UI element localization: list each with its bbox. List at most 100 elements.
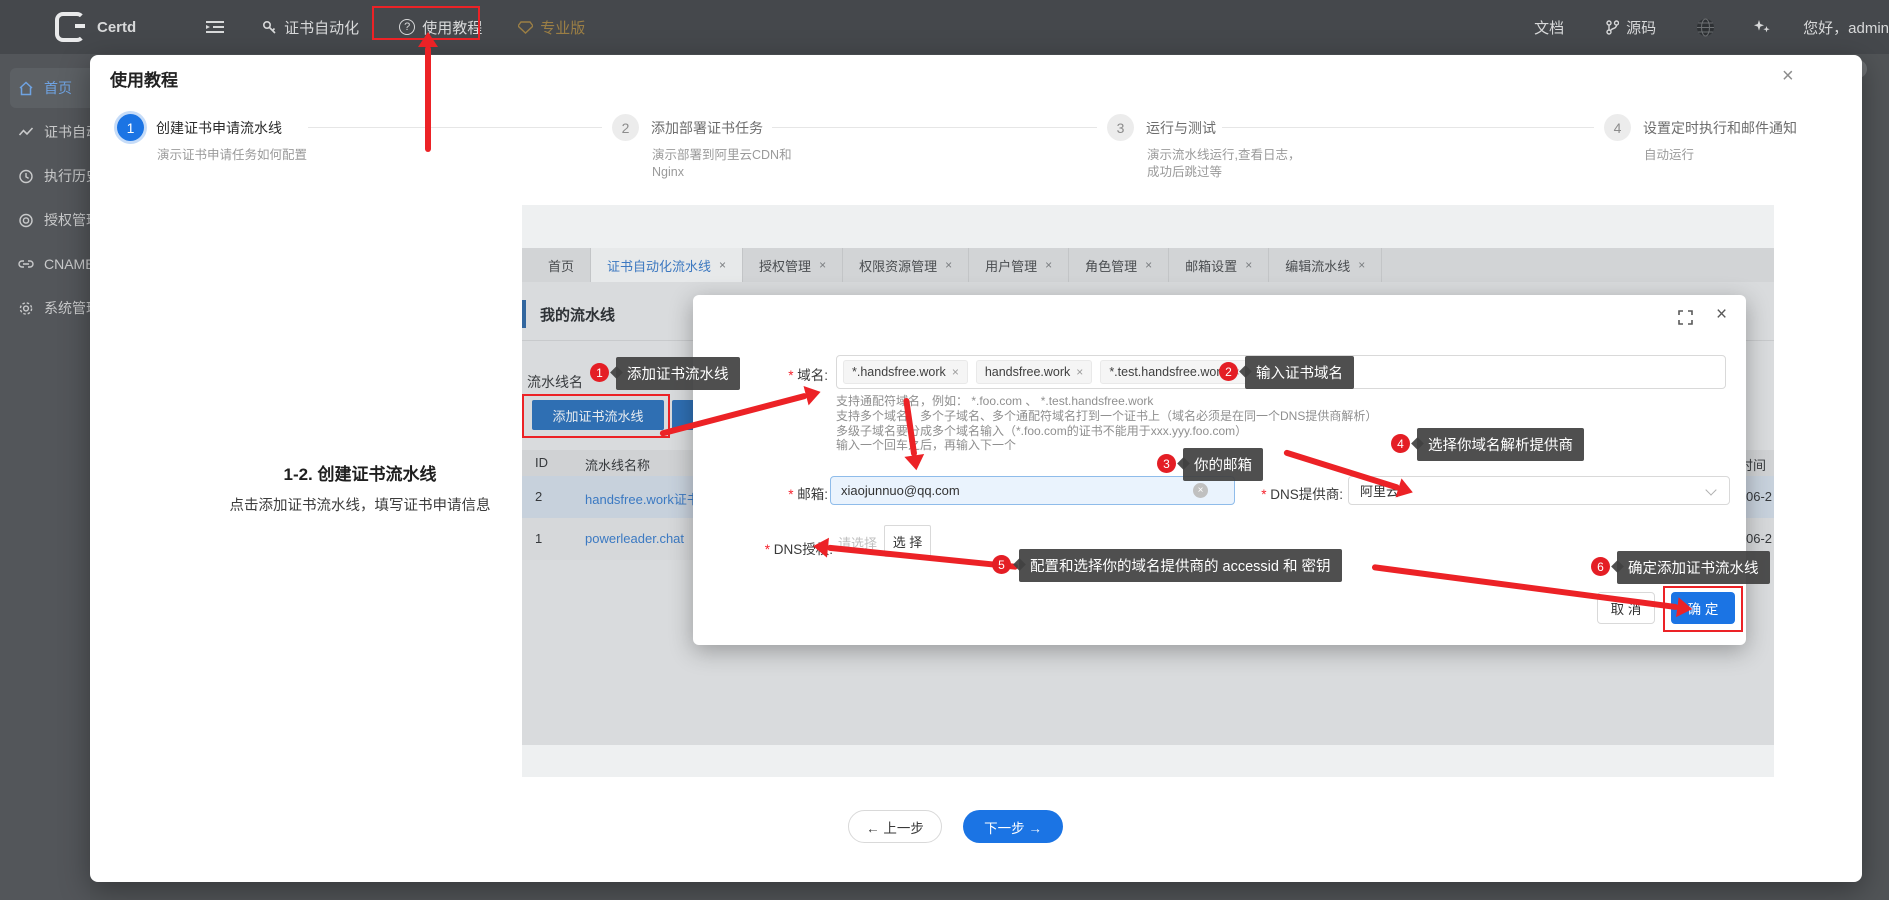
sidebar-item-history[interactable]: 执行历史: [10, 156, 90, 196]
card-accent-bar: [522, 300, 526, 328]
tab-close-icon[interactable]: ×: [1145, 258, 1152, 272]
tab-cert-pipeline[interactable]: 证书自动化流水线×: [591, 248, 743, 282]
tab-label: 权限资源管理: [859, 256, 937, 275]
chart-icon: [18, 125, 34, 140]
add-pipeline-button[interactable]: 添加证书流水线: [532, 400, 664, 430]
confirm-button[interactable]: 确 定: [1671, 592, 1735, 624]
sidebar-item-label: 证书自动化: [44, 122, 90, 142]
nav-item-label: 使用教程: [422, 17, 482, 38]
tab-edit-pipeline[interactable]: 编辑流水线 ×: [1269, 248, 1382, 282]
step-number-badge: 1: [117, 114, 144, 141]
sidebar-item-label: 授权管理: [44, 210, 90, 230]
sidebar: 首页 证书自动化 执行历史 授权管理 CNAME 系统管理: [0, 54, 90, 900]
cell-id: 2: [535, 489, 542, 504]
fullscreen-icon[interactable]: [1678, 310, 1693, 325]
dns-auth-label: DNS授权:: [740, 538, 833, 558]
sidebar-item-auth[interactable]: 授权管理: [10, 200, 90, 240]
tab-close-icon[interactable]: ×: [1245, 258, 1252, 272]
demo-tab-bar: 首页 证书自动化流水线× 授权管理× 权限资源管理 × 用户管理× 角色管理 × 邮…: [522, 248, 1774, 282]
sidebar-item-home[interactable]: 首页: [10, 68, 90, 108]
tab-roles[interactable]: 角色管理 ×: [1069, 248, 1169, 282]
tab-label: 首页: [548, 256, 574, 275]
annotation-badge-2: 2: [1219, 362, 1238, 381]
col-id: ID: [535, 455, 548, 470]
step-number-badge: 4: [1604, 114, 1631, 141]
tab-close-icon[interactable]: ×: [719, 258, 726, 272]
tab-permission[interactable]: 权限资源管理 ×: [843, 248, 969, 282]
tag-close-icon[interactable]: ×: [1076, 365, 1083, 379]
annotation-badge-5: 5: [992, 555, 1011, 574]
step-connector: [772, 127, 1097, 128]
annotation-tip-4: 选择你域名解析提供商: [1417, 428, 1584, 461]
step-desc: 演示流水线运行,查看日志，成功后跳过等: [1147, 147, 1312, 181]
tab-label: 编辑流水线: [1285, 256, 1350, 275]
target-icon: [18, 213, 34, 228]
certd-logo-icon: [55, 12, 85, 42]
step-connector: [308, 127, 602, 128]
tab-close-icon[interactable]: ×: [1358, 258, 1365, 272]
tag-close-icon[interactable]: ×: [952, 365, 959, 379]
nav-item-pro[interactable]: 专业版: [518, 17, 585, 38]
chevron-down-icon: [1705, 484, 1716, 495]
step-desc: 演示证书申请任务如何配置: [157, 147, 322, 164]
tab-auth[interactable]: 授权管理×: [743, 248, 843, 282]
tab-close-icon[interactable]: ×: [945, 258, 952, 272]
cell-pipeline-link[interactable]: powerleader.chat: [585, 531, 684, 546]
pipeline-name-filter-label: 流水线名: [527, 372, 583, 392]
annotation-tip-5: 配置和选择你的域名提供商的 accessid 和 密钥: [1019, 549, 1342, 582]
clear-input-icon[interactable]: ×: [1193, 483, 1208, 498]
key-icon: [262, 20, 277, 35]
tag-text: *.test.handsfree.work: [1109, 365, 1226, 379]
domain-tag: handsfree.work×: [976, 360, 1092, 384]
globe-icon[interactable]: [1696, 18, 1715, 37]
step-title: 设置定时执行和邮件通知: [1643, 118, 1797, 138]
step-number-badge: 3: [1107, 114, 1134, 141]
annotation-tip-2: 输入证书域名: [1245, 356, 1354, 389]
annotation-tip-1: 添加证书流水线: [616, 357, 740, 390]
tab-home[interactable]: 首页: [532, 248, 591, 282]
sidebar-item-cert-automation[interactable]: 证书自动化: [10, 112, 90, 152]
domain-help-text: 支持通配符域名，例如： *.foo.com 、 *.test.handsfree…: [836, 394, 1377, 453]
sidebar-item-cname[interactable]: CNAME: [10, 244, 90, 284]
step-title: 运行与测试: [1146, 118, 1216, 138]
tab-close-icon[interactable]: ×: [819, 258, 826, 272]
tab-label: 角色管理: [1085, 256, 1137, 275]
annotation-tip-6: 确定添加证书流水线: [1617, 551, 1770, 584]
nav-docs-link[interactable]: 文档: [1534, 17, 1564, 38]
card-title: 我的流水线: [540, 304, 615, 325]
next-step-button[interactable]: 下一步 →: [963, 810, 1063, 843]
nav-item-cert-automation[interactable]: 证书自动化: [262, 17, 359, 38]
sidebar-item-label: CNAME: [44, 256, 90, 272]
dns-auth-select-button[interactable]: 选 择: [884, 525, 931, 557]
tab-users[interactable]: 用户管理×: [969, 248, 1069, 282]
nav-item-tutorial[interactable]: ? 使用教程: [399, 17, 482, 38]
gem-icon: [518, 21, 533, 34]
step-1: 1 创建证书申请流水线 演示证书申请任务如何配置: [117, 114, 322, 164]
cell-time: 06-2: [1746, 531, 1772, 546]
git-branch-icon: [1606, 20, 1619, 35]
menu-fold-icon[interactable]: [206, 20, 224, 34]
step-2: 2 添加部署证书任务 演示部署到阿里云CDN和Nginx: [612, 114, 817, 181]
nav-item-label: 证书自动化: [284, 17, 359, 38]
step-3: 3 运行与测试 演示流水线运行,查看日志，成功后跳过等: [1107, 114, 1312, 181]
dns-provider-select[interactable]: 阿里云: [1348, 476, 1730, 505]
cell-id: 1: [535, 531, 542, 546]
top-navbar: Certd 证书自动化 ? 使用教程 专业版 文档 源码 您好，admin: [0, 0, 1889, 54]
sidebar-item-system[interactable]: 系统管理: [10, 288, 90, 328]
annotation-badge-1: 1: [590, 363, 609, 382]
prev-step-button[interactable]: ← 上一步: [848, 810, 942, 843]
cell-pipeline-link[interactable]: handsfree.work证书: [585, 489, 700, 508]
tab-close-icon[interactable]: ×: [1045, 258, 1052, 272]
modal-close-icon[interactable]: ×: [1782, 66, 1794, 86]
nav-source-link[interactable]: 源码: [1606, 17, 1656, 38]
dialog-close-icon[interactable]: ×: [1716, 304, 1727, 326]
step-desc: 自动运行: [1644, 147, 1809, 164]
tab-email[interactable]: 邮箱设置×: [1169, 248, 1269, 282]
user-greeting[interactable]: 您好，admin: [1803, 17, 1889, 38]
annotation-badge-6: 6: [1591, 557, 1610, 576]
email-input[interactable]: xiaojunnuo@qq.com: [830, 476, 1235, 505]
step-number-badge: 2: [612, 114, 639, 141]
cancel-button[interactable]: 取 消: [1597, 592, 1655, 624]
sidebar-item-label: 首页: [44, 78, 72, 98]
sparkles-icon[interactable]: [1753, 18, 1771, 36]
